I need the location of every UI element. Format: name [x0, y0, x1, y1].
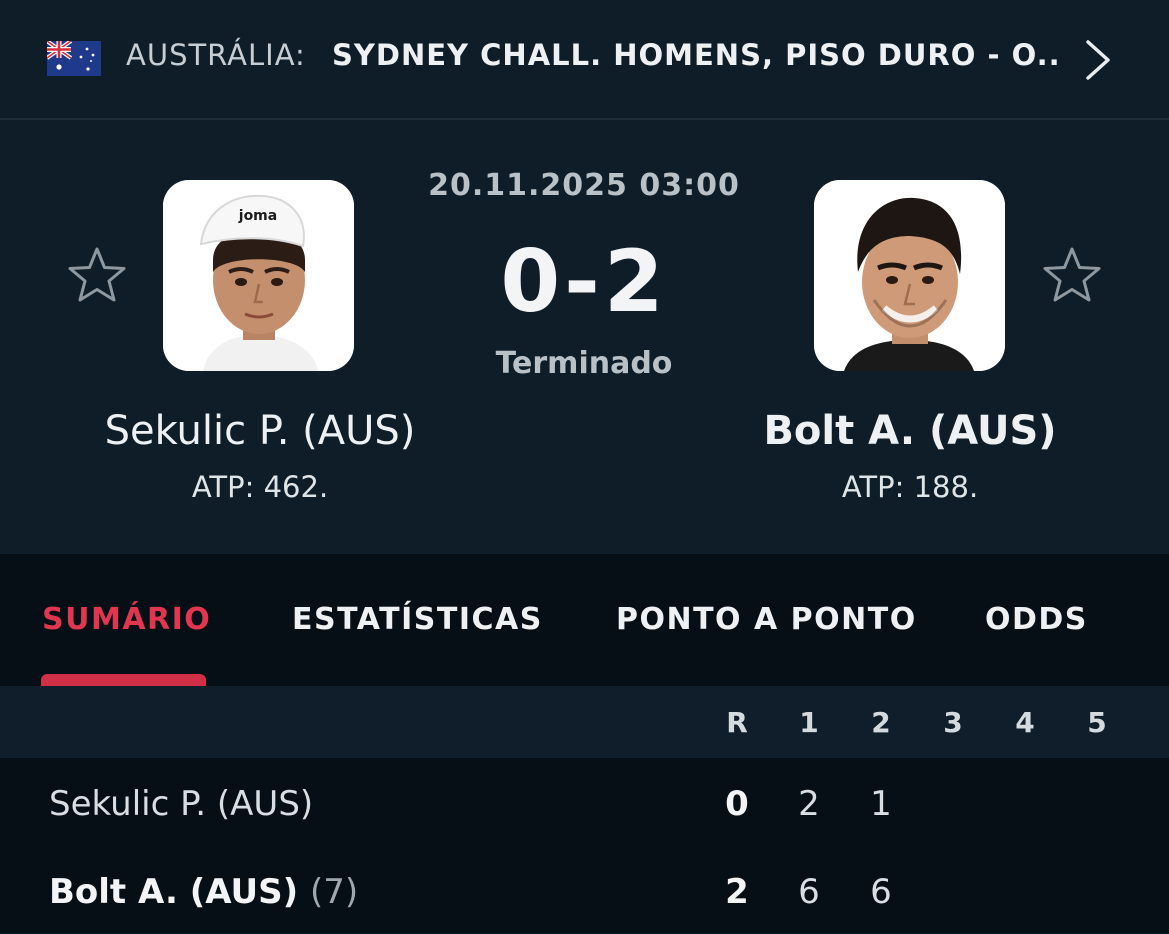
match-score: 0-2: [500, 232, 668, 332]
tab-summary[interactable]: SUMÁRIO: [42, 602, 211, 637]
column-header: 1: [799, 706, 819, 739]
player-avatar-home: joma: [163, 180, 354, 371]
set-score: 6: [798, 872, 820, 912]
column-header: R: [726, 706, 748, 739]
column-header: 3: [943, 706, 963, 739]
column-header: 2: [871, 706, 891, 739]
set-score: 1: [870, 784, 892, 824]
set-score: 6: [870, 872, 892, 912]
match-datetime: 20.11.2025 03:00: [428, 168, 740, 203]
favorite-star-icon[interactable]: [66, 245, 128, 305]
table-row[interactable]: Sekulic P. (AUS) 0 2 1: [0, 758, 1169, 846]
total-sets: 0: [725, 784, 749, 824]
match-tabs: SUMÁRIO ESTATÍSTICAS PONTO A PONTO ODDS: [0, 554, 1169, 686]
tab-statistics[interactable]: ESTATÍSTICAS: [292, 602, 543, 637]
australia-flag-icon: [47, 41, 101, 76]
country-label: AUSTRÁLIA:: [126, 38, 306, 72]
table-row[interactable]: Bolt A. (AUS) (7) 2 6 6: [0, 846, 1169, 934]
total-sets: 2: [725, 872, 749, 912]
player-rank-home: ATP: 462.: [191, 470, 329, 504]
set-score: 2: [798, 784, 820, 824]
chevron-right-icon[interactable]: [1080, 36, 1116, 84]
scoreboard-header: R 1 2 3 4 5: [0, 686, 1169, 758]
column-header: 5: [1087, 706, 1107, 739]
player-avatar-away: [814, 180, 1005, 371]
tab-point-by-point[interactable]: PONTO A PONTO: [616, 602, 917, 637]
scoreboard: Sekulic P. (AUS) 0 2 1 Bolt A. (AUS) (7)…: [0, 758, 1169, 933]
player-name-home[interactable]: Sekulic P. (AUS): [30, 408, 490, 454]
tournament-bar[interactable]: AUSTRÁLIA: SYDNEY CHALL. HOMENS, PISO DU…: [0, 0, 1169, 120]
favorite-star-icon[interactable]: [1041, 245, 1103, 305]
row-player-name: Sekulic P. (AUS): [49, 784, 314, 824]
active-tab-indicator: [41, 674, 206, 686]
row-player-name: Bolt A. (AUS) (7): [49, 872, 359, 912]
match-header: joma 20.11.2025 03:00 0-2 Terminado Seku…: [0, 120, 1169, 554]
player-rank-away: ATP: 188.: [841, 470, 979, 504]
svg-text:joma: joma: [238, 208, 277, 224]
match-status: Terminado: [495, 346, 673, 381]
column-header: 4: [1015, 706, 1035, 739]
player-name-away[interactable]: Bolt A. (AUS): [680, 408, 1140, 454]
tab-odds[interactable]: ODDS: [985, 602, 1088, 637]
tournament-name[interactable]: SYDNEY CHALL. HOMENS, PISO DURO - O...: [332, 38, 1062, 72]
seed-label: (7): [310, 872, 359, 912]
